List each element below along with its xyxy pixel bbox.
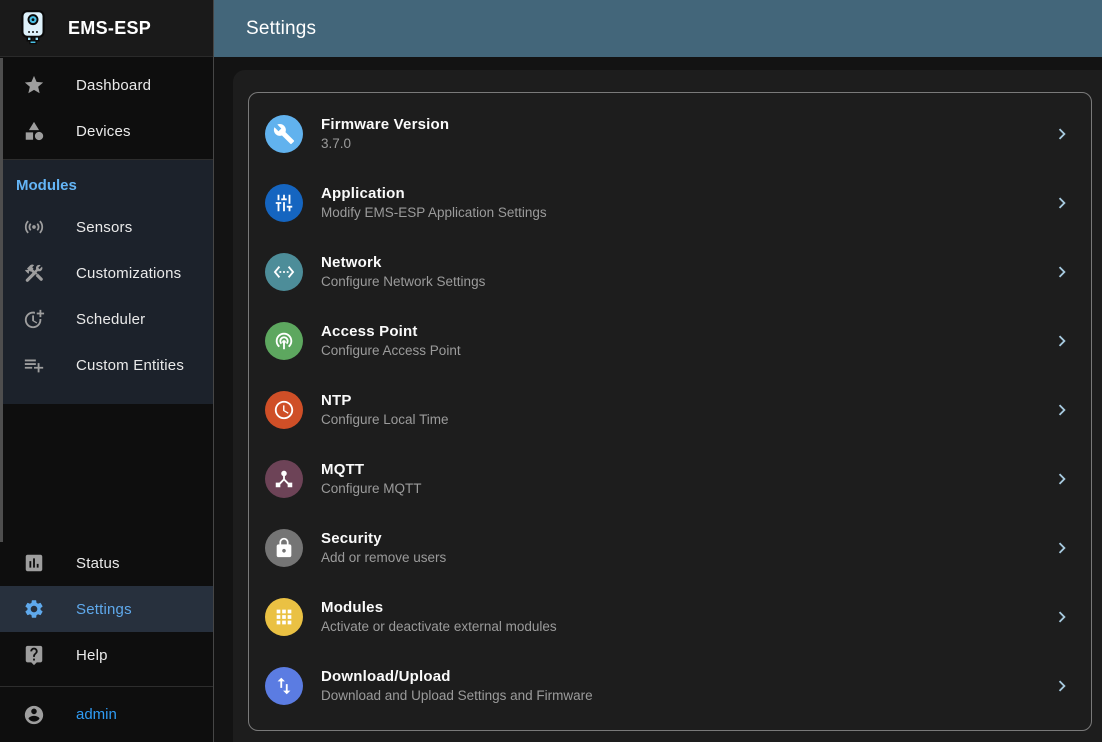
item-subtitle: Modify EMS-ESP Application Settings	[321, 205, 547, 220]
boiler-icon	[18, 9, 48, 47]
item-title: MQTT	[321, 461, 422, 478]
star-icon	[22, 73, 46, 97]
chevron-right-icon	[1051, 192, 1073, 214]
lock-icon	[265, 529, 303, 567]
apps-icon	[265, 598, 303, 636]
chevron-right-icon	[1051, 675, 1073, 697]
category-icon	[22, 119, 46, 143]
sidebar: EMS-ESP Dashboard Devices Modules Sensor…	[0, 0, 214, 742]
chevron-right-icon	[1051, 606, 1073, 628]
item-title: Firmware Version	[321, 116, 449, 133]
import-export-icon	[265, 667, 303, 705]
sidebar-item-sensors[interactable]: Sensors	[0, 204, 213, 250]
item-title: Application	[321, 185, 547, 202]
more-time-icon	[22, 307, 46, 331]
clock-icon	[265, 391, 303, 429]
chevron-right-icon	[1051, 537, 1073, 559]
settings-item-modules[interactable]: Modules Activate or deactivate external …	[249, 582, 1091, 651]
settings-item-security[interactable]: Security Add or remove users	[249, 513, 1091, 582]
help-icon	[22, 643, 46, 667]
item-subtitle: 3.7.0	[321, 136, 449, 151]
settings-item-ntp[interactable]: NTP Configure Local Time	[249, 375, 1091, 444]
sidebar-item-scheduler[interactable]: Scheduler	[0, 296, 213, 342]
chevron-right-icon	[1051, 330, 1073, 352]
settings-item-mqtt[interactable]: MQTT Configure MQTT	[249, 444, 1091, 513]
app-title: EMS-ESP	[68, 18, 151, 39]
item-title: Security	[321, 530, 446, 547]
app-logo-area: EMS-ESP	[0, 0, 213, 57]
content-card: Firmware Version 3.7.0 Application Modif…	[233, 70, 1102, 742]
settings-item-download-upload[interactable]: Download/Upload Download and Upload Sett…	[249, 651, 1091, 720]
chevron-right-icon	[1051, 123, 1073, 145]
item-subtitle: Configure Local Time	[321, 412, 449, 427]
chevron-right-icon	[1051, 399, 1073, 421]
sidebar-item-status[interactable]: Status	[0, 540, 213, 586]
username: admin	[76, 706, 117, 723]
sidebar-item-help[interactable]: Help	[0, 632, 213, 678]
sidebar-item-settings[interactable]: Settings	[0, 586, 213, 632]
item-subtitle: Configure MQTT	[321, 481, 422, 496]
sidebar-nav-primary: Dashboard Devices	[0, 57, 213, 159]
settings-item-firmware-version[interactable]: Firmware Version 3.7.0	[249, 99, 1091, 168]
app-root: EMS-ESP Dashboard Devices Modules Sensor…	[0, 0, 1102, 742]
ethernet-icon	[265, 253, 303, 291]
settings-item-access-point[interactable]: Access Point Configure Access Point	[249, 306, 1091, 375]
sidebar-nav-bottom: Status Settings Help	[0, 540, 213, 686]
modules-section-header: Modules	[0, 160, 213, 204]
item-title: Network	[321, 254, 485, 271]
item-title: Modules	[321, 599, 557, 616]
item-subtitle: Add or remove users	[321, 550, 446, 565]
item-subtitle: Download and Upload Settings and Firmwar…	[321, 688, 593, 703]
wifi-tethering-icon	[265, 322, 303, 360]
sidebar-item-dashboard[interactable]: Dashboard	[0, 62, 213, 108]
sensors-icon	[22, 215, 46, 239]
item-title: Download/Upload	[321, 668, 593, 685]
sidebar-item-custom-entities[interactable]: Custom Entities	[0, 342, 213, 388]
sidebar-item-admin[interactable]: admin	[0, 687, 213, 742]
item-subtitle: Configure Network Settings	[321, 274, 485, 289]
device-hub-icon	[265, 460, 303, 498]
wrench-icon	[265, 115, 303, 153]
construction-icon	[22, 261, 46, 285]
sidebar-item-devices[interactable]: Devices	[0, 108, 213, 154]
item-title: NTP	[321, 392, 449, 409]
sidebar-item-customizations[interactable]: Customizations	[0, 250, 213, 296]
account-circle-icon	[22, 703, 46, 727]
settings-item-network[interactable]: Network Configure Network Settings	[249, 237, 1091, 306]
page-title: Settings	[246, 18, 316, 40]
gear-icon	[22, 597, 46, 621]
sidebar-spacer	[0, 404, 213, 540]
chevron-right-icon	[1051, 468, 1073, 490]
settings-list: Firmware Version 3.7.0 Application Modif…	[248, 92, 1092, 731]
settings-item-application[interactable]: Application Modify EMS-ESP Application S…	[249, 168, 1091, 237]
playlist-add-icon	[22, 353, 46, 377]
item-subtitle: Configure Access Point	[321, 343, 461, 358]
sidebar-scrollbar[interactable]	[0, 58, 3, 542]
app-header: Settings	[214, 0, 1102, 57]
item-title: Access Point	[321, 323, 461, 340]
sidebar-modules-section: Modules Sensors Customizations Scheduler…	[0, 160, 213, 404]
chevron-right-icon	[1051, 261, 1073, 283]
tune-icon	[265, 184, 303, 222]
assessment-icon	[22, 551, 46, 575]
item-subtitle: Activate or deactivate external modules	[321, 619, 557, 634]
